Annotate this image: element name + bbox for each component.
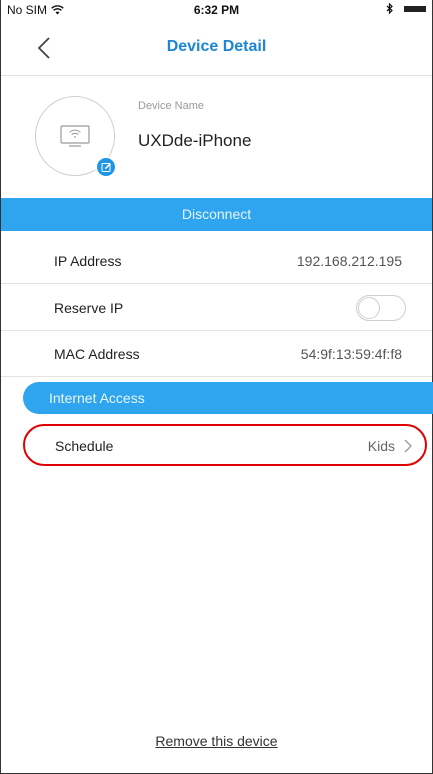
chevron-right-icon (404, 439, 412, 453)
status-bar: No SIM 6:32 PM (1, 0, 432, 20)
device-name-label: Device Name (138, 100, 205, 112)
page-title: Device Detail (166, 38, 267, 55)
reserve-ip-label: Reserve IP (54, 300, 124, 316)
device-header: Device Name UXDde-iPhone (1, 78, 432, 196)
ip-address-value: 192.168.212.195 (296, 253, 402, 269)
schedule-value: Kids (367, 438, 395, 454)
toggle-knob (358, 297, 380, 319)
ip-address-label: IP Address (54, 253, 122, 269)
mac-address-row: MAC Address 54:9f:13:59:4f:f8 (1, 331, 432, 377)
device-name-value: UXDde-iPhone (138, 131, 252, 150)
status-time: 6:32 PM (193, 3, 240, 17)
reserve-ip-row: Reserve IP (1, 285, 432, 331)
schedule-label: Schedule (55, 438, 114, 454)
schedule-row[interactable]: Schedule Kids (23, 424, 427, 466)
mac-address-label: MAC Address (54, 346, 140, 362)
edit-name-button[interactable] (95, 156, 117, 178)
disconnect-button[interactable]: Disconnect (1, 198, 432, 231)
status-right (386, 3, 426, 14)
reserve-ip-toggle[interactable] (356, 295, 406, 321)
bluetooth-icon (386, 3, 393, 14)
navigation-bar: Device Detail (1, 20, 432, 76)
edit-icon (101, 162, 111, 172)
internet-access-header: Internet Access (23, 382, 433, 414)
mac-address-value: 54:9f:13:59:4f:f8 (300, 346, 402, 362)
ip-address-row: IP Address 192.168.212.195 (1, 238, 432, 284)
device-detail-screen: No SIM 6:32 PM Device Detail Device Name… (0, 0, 433, 774)
device-screen-icon (60, 125, 90, 147)
battery-icon (404, 5, 426, 12)
remove-device-link[interactable]: Remove this device (1, 733, 432, 749)
